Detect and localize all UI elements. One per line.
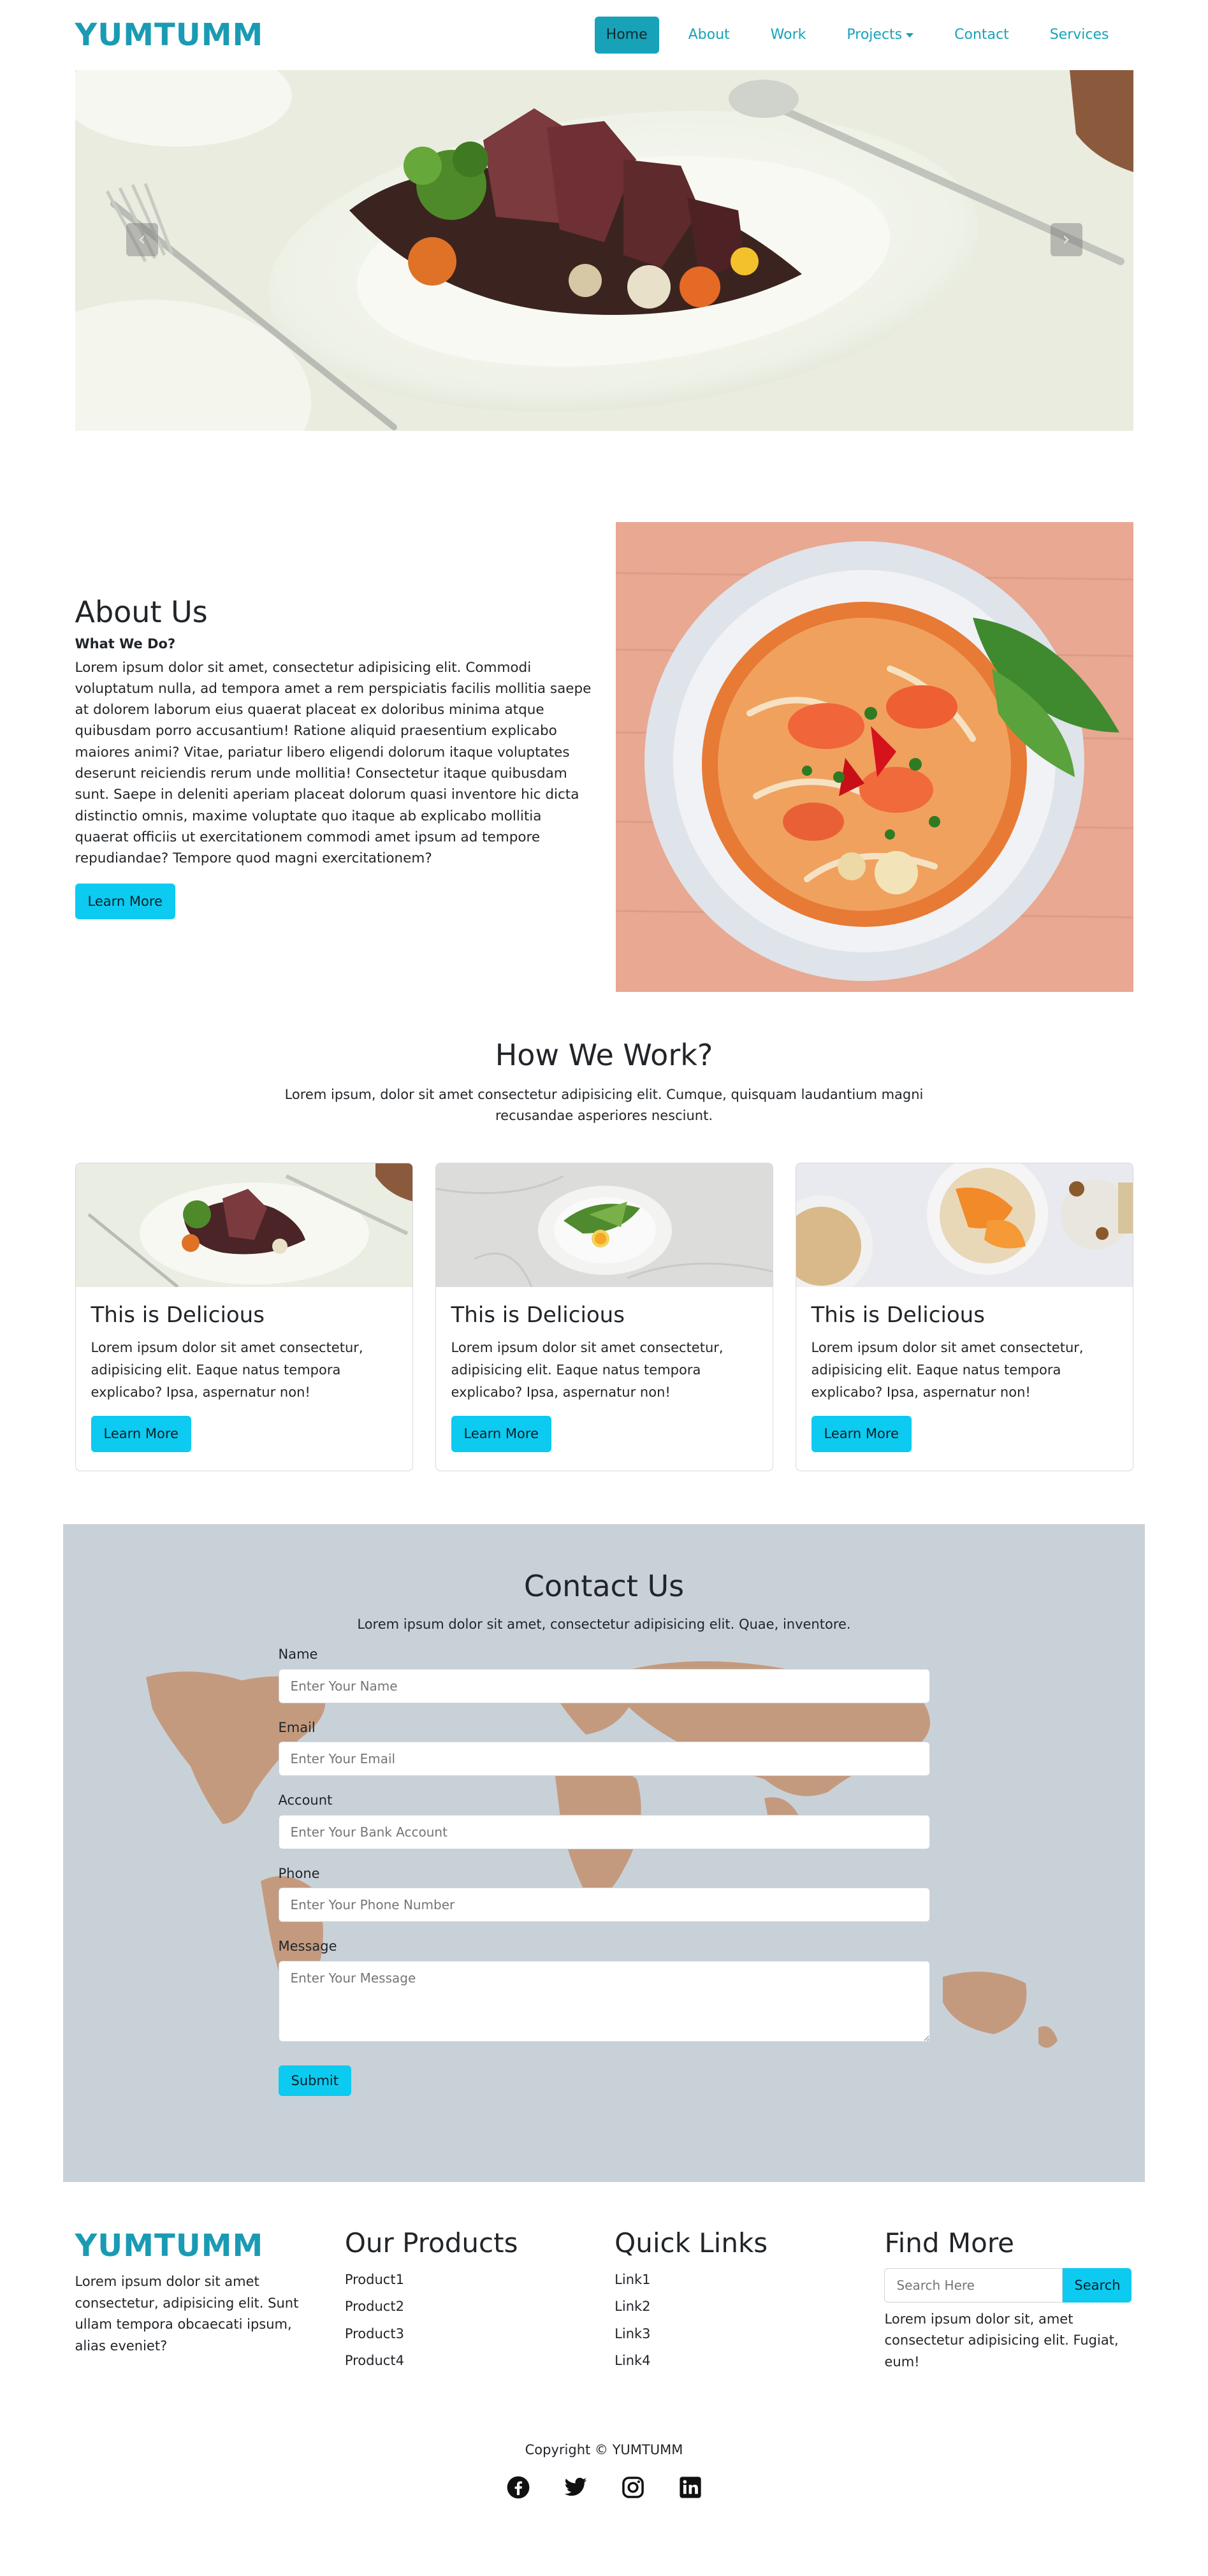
instagram-icon[interactable] <box>621 2475 645 2507</box>
footer-brand-column: YUMTUMM Lorem ipsum dolor sit amet conse… <box>75 2227 324 2373</box>
submit-button[interactable]: Submit <box>278 2065 351 2096</box>
card-image <box>75 1163 412 1288</box>
card-text: Lorem ipsum dolor sit amet consectetur, … <box>811 1340 1084 1400</box>
contact-title: Contact Us <box>523 1569 685 1604</box>
card-body: This is Delicious Lorem ipsum dolor sit … <box>796 1287 1133 1466</box>
facebook-icon[interactable] <box>506 2475 530 2507</box>
about-subtitle: What We Do? <box>75 636 176 651</box>
about-paragraph: Lorem ipsum dolor sit amet, consectetur … <box>75 659 592 867</box>
card-title: This is Delicious <box>91 1302 265 1328</box>
nav-home[interactable]: Home <box>594 16 659 54</box>
work-header: How We Work? Lorem ipsum, dolor sit amet… <box>75 1038 1133 1126</box>
carousel-next-button[interactable]: › <box>1050 223 1082 256</box>
cards-row: This is Delicious Lorem ipsum dolor sit … <box>75 1163 1133 1472</box>
contact-form: Contact Us Lorem ipsum dolor sit amet, c… <box>278 1524 930 2096</box>
email-input[interactable] <box>278 1742 930 1777</box>
nav-links: Home About Work Projects Contact Service… <box>594 16 1121 54</box>
footer: YUMTUMM Lorem ipsum dolor sit amet conse… <box>75 2227 1133 2373</box>
about-title: About Us <box>75 594 208 629</box>
footer-quick-link[interactable]: Link1 <box>615 2269 863 2290</box>
card-title: This is Delicious <box>451 1302 625 1328</box>
work-card: This is Delicious Lorem ipsum dolor sit … <box>75 1163 413 1472</box>
card-text: Lorem ipsum dolor sit amet consectetur, … <box>451 1340 724 1400</box>
about-section: About Us What We Do? Lorem ipsum dolor s… <box>75 522 1133 992</box>
phone-input[interactable] <box>278 1888 930 1923</box>
noodle-bowl-image <box>615 522 1133 992</box>
work-card: This is Delicious Lorem ipsum dolor sit … <box>435 1163 773 1472</box>
salad-dish-image <box>435 1163 773 1288</box>
nav-work[interactable]: Work <box>759 17 818 54</box>
card-learn-more-button[interactable]: Learn More <box>91 1416 191 1452</box>
nav-projects-label: Projects <box>847 26 903 43</box>
nav-projects-dropdown[interactable]: Projects <box>835 17 925 54</box>
footer-links-title: Quick Links <box>615 2227 768 2259</box>
contact-section: Contact Us Lorem ipsum dolor sit amet, c… <box>63 1524 1145 2183</box>
linkedin-icon[interactable] <box>678 2475 702 2507</box>
contact-subtitle: Lorem ipsum dolor sit amet, consectetur … <box>357 1617 851 1633</box>
hero-image <box>75 70 1133 431</box>
card-image <box>796 1163 1133 1288</box>
footer-product-link[interactable]: Product2 <box>345 2296 593 2317</box>
account-label: Account <box>278 1793 333 1808</box>
footer-quick-link[interactable]: Link4 <box>615 2350 863 2371</box>
card-learn-more-button[interactable]: Learn More <box>811 1416 912 1452</box>
name-label: Name <box>278 1647 318 1663</box>
navbar: YUMTUMM Home About Work Projects Contact… <box>75 0 1133 70</box>
footer-links-column: Quick Links Link1 Link2 Link3 Link4 <box>615 2227 863 2373</box>
brand-logo[interactable]: YUMTUMM <box>75 11 264 59</box>
footer-brand-text: Lorem ipsum dolor sit amet consectetur, … <box>75 2274 299 2354</box>
footer-product-link[interactable]: Product1 <box>345 2269 593 2290</box>
work-section: How We Work? Lorem ipsum, dolor sit amet… <box>75 1038 1133 1472</box>
hero-carousel: ‹ › <box>75 70 1133 431</box>
twitter-icon[interactable] <box>564 2475 588 2507</box>
footer-find-text: Lorem ipsum dolor sit, amet consectetur … <box>884 2311 1119 2369</box>
card-body: This is Delicious Lorem ipsum dolor sit … <box>436 1287 773 1466</box>
work-subtitle: Lorem ipsum, dolor sit amet consectetur … <box>284 1087 924 1123</box>
card-text: Lorem ipsum dolor sit amet consectetur, … <box>91 1340 363 1400</box>
message-label: Message <box>278 1939 337 1954</box>
nav-contact[interactable]: Contact <box>943 17 1021 54</box>
footer-search: Search <box>884 2267 1133 2303</box>
card-image <box>435 1163 773 1288</box>
card-learn-more-button[interactable]: Learn More <box>451 1416 551 1452</box>
phone-label: Phone <box>278 1865 320 1881</box>
nav-services[interactable]: Services <box>1038 17 1121 54</box>
footer-products-column: Our Products Product1 Product2 Product3 … <box>345 2227 593 2373</box>
nav-about[interactable]: About <box>677 17 741 54</box>
footer-search-button[interactable]: Search <box>1063 2267 1132 2303</box>
message-textarea[interactable] <box>278 1960 930 2042</box>
account-input[interactable] <box>278 1814 930 1849</box>
about-text: About Us What We Do? Lorem ipsum dolor s… <box>75 594 595 920</box>
carousel-prev-button[interactable]: ‹ <box>126 223 158 256</box>
footer-product-link[interactable]: Product3 <box>345 2324 593 2345</box>
footer-quick-link[interactable]: Link3 <box>615 2324 863 2345</box>
footer-find-title: Find More <box>884 2227 1015 2259</box>
about-learn-more-button[interactable]: Learn More <box>75 883 175 920</box>
card-title: This is Delicious <box>811 1302 985 1328</box>
work-card: This is Delicious Lorem ipsum dolor sit … <box>795 1163 1133 1472</box>
footer-brand-logo[interactable]: YUMTUMM <box>75 2227 324 2265</box>
copyright: Copyright © YUMTUMM <box>525 2441 683 2457</box>
card-body: This is Delicious Lorem ipsum dolor sit … <box>76 1287 412 1466</box>
steak-dish-image <box>75 1163 412 1288</box>
name-input[interactable] <box>278 1668 930 1703</box>
footer-search-input[interactable] <box>884 2267 1063 2303</box>
caret-down-icon <box>906 33 914 38</box>
breakfast-bowl-image <box>796 1163 1133 1288</box>
work-title: How We Work? <box>495 1038 713 1072</box>
footer-products-title: Our Products <box>344 2227 518 2259</box>
footer-product-link[interactable]: Product4 <box>345 2350 593 2371</box>
footer-quick-link[interactable]: Link2 <box>615 2296 863 2317</box>
email-label: Email <box>278 1719 316 1735</box>
social-links <box>75 2475 1133 2507</box>
footer-find-column: Find More Search Lorem ipsum dolor sit, … <box>884 2227 1133 2373</box>
about-image <box>615 522 1133 992</box>
